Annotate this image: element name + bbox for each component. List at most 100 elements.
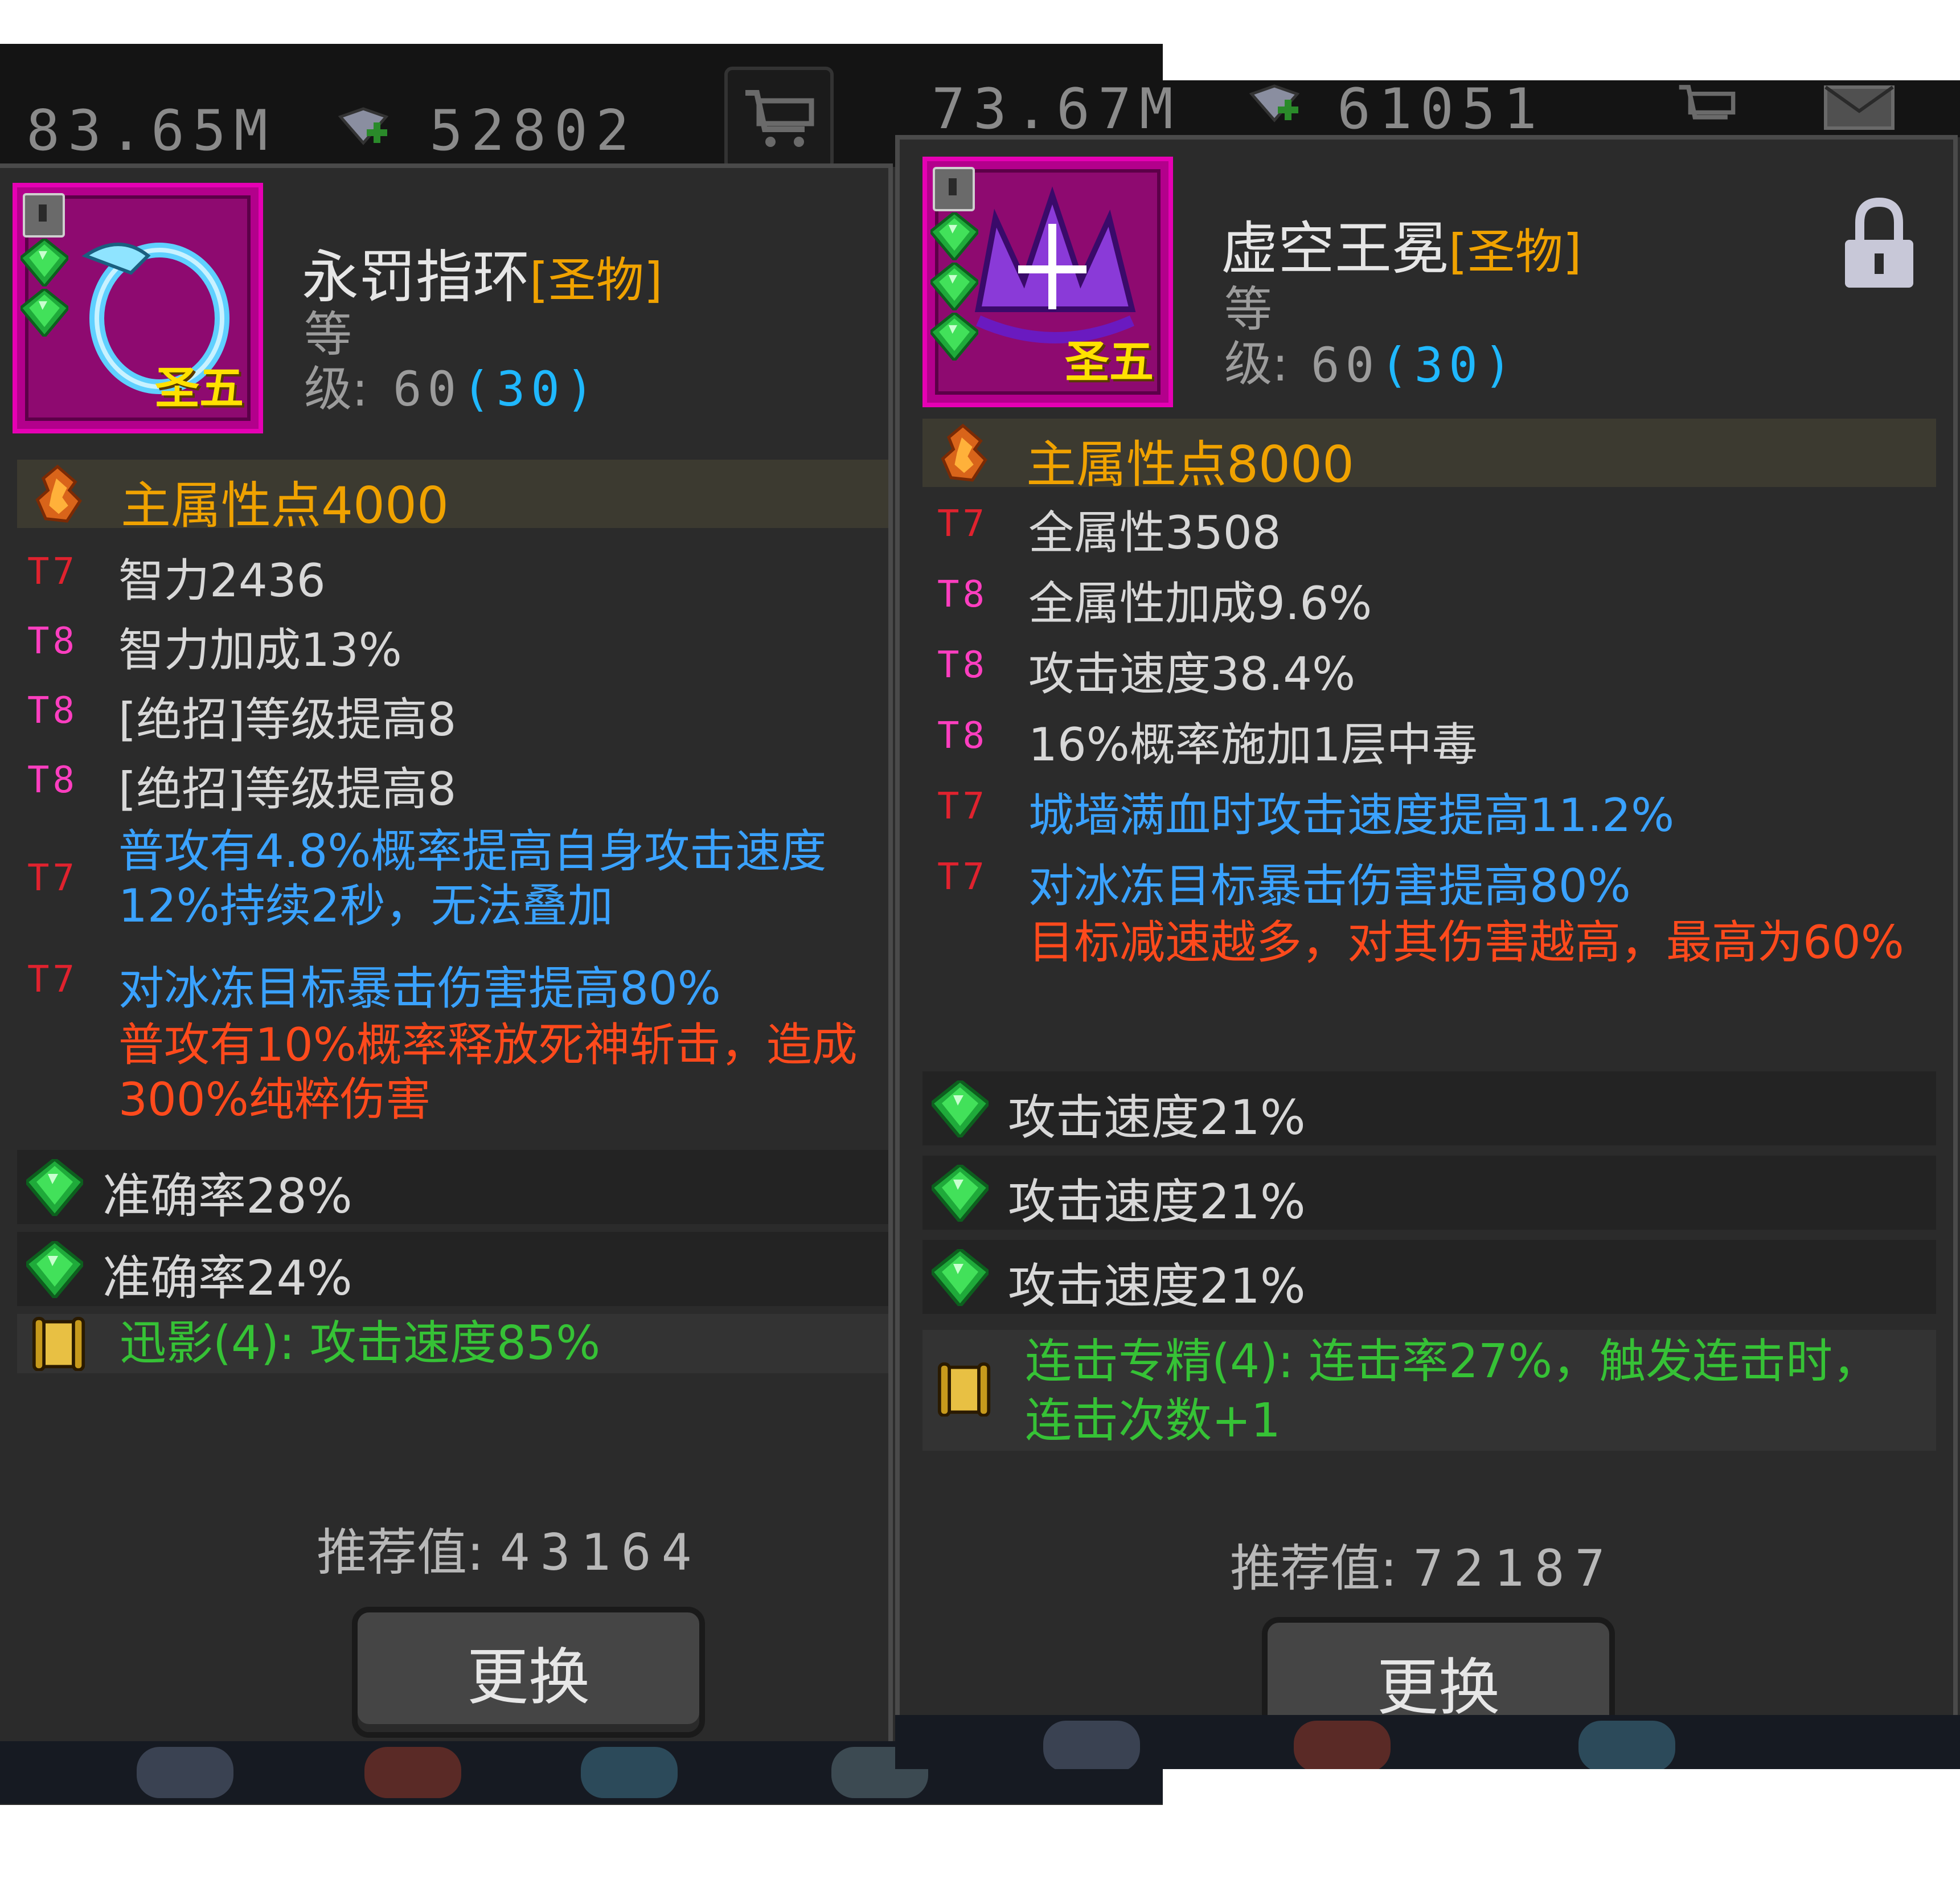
item-icon-frame: 圣五 [13,183,263,433]
tier-badge: T7 [27,551,79,593]
shop-cart-button[interactable] [724,67,834,170]
set-bonus-text: 迅影(4): 攻击速度85% [120,1316,601,1370]
set-bonus-row: 连击专精(4): 连击率27%，触发连击时，连击次数+1 [922,1330,1936,1451]
lock-icon[interactable] [23,193,65,238]
item-name-text: 永罚指环 [302,244,530,310]
recommend-score: 推荐值: 72187 [1230,1528,1615,1600]
attribute-text: 智力加成13% [118,624,402,677]
attribute-text: 全属性加成9.6% [1028,577,1372,630]
gem-amount: 61051 [1337,80,1545,142]
level-line: 等级: [304,307,384,416]
gold-amount: 83.65M [26,99,276,163]
main-attribute: 主属性点4000 [121,476,449,535]
gem-plus-icon[interactable] [335,107,392,150]
shop-cart-icon[interactable] [1670,83,1744,134]
item-detail-panel: 圣五 永罚指环[圣物] 等级: 60(30) 主属性点4000 T7 智力243… [0,163,893,1767]
green-gem-icon [20,289,68,337]
scroll-icon [32,1316,87,1371]
resource-bar: 73.67M 61051 [895,80,1960,142]
special-effect-text: 普攻有10%概率释放死神斩击，造成300%纯粹伤害 [118,1018,858,1126]
item-detail-panel: 圣五 虚空王冕[圣物] 等级: 60(30) 主属性点8000 T7 全属性35… [895,135,1958,1748]
item-quality: [圣物] [1449,224,1582,280]
level-label: 等级: [1224,281,1289,392]
level-values: 60(30) [393,362,600,416]
green-gem-icon [20,239,68,286]
tier-badge: T8 [27,690,79,732]
level-bonus: (30) [1380,337,1518,393]
tier-badge: T8 [937,715,989,757]
green-gem-icon [930,263,978,310]
recommend-label: 推荐值: [317,1523,484,1582]
green-gem-icon [930,313,978,361]
tier-badge: T8 [27,620,79,662]
attribute-text: 智力2436 [118,554,326,607]
gem-plus-icon[interactable] [1246,84,1303,127]
recommend-value: 43164 [499,1523,702,1582]
level-values: 60(30) [1311,338,1518,392]
gem-stat: 攻击速度21% [1008,1174,1306,1230]
recommend-score: 推荐值: 43164 [317,1512,702,1585]
main-attribute-row: 主属性点4000 [17,460,888,535]
attribute-text: [绝招]等级提高8 [118,693,457,746]
recommend-value: 72187 [1413,1539,1615,1598]
gem-amount: 52802 [429,99,638,163]
shop-cart-icon [745,90,814,147]
scroll-icon [937,1362,992,1417]
tier-badge: T7 [937,856,989,898]
level-label: 等级: [304,306,368,417]
attribute-text: 16%概率施加1层中毒 [1028,718,1478,771]
gem-socket-row: 攻击速度21% [922,1156,1936,1230]
lock-icon[interactable] [933,167,975,211]
level-bonus: (30) [462,361,600,417]
rank-label: 圣五 [154,363,244,414]
main-attribute: 主属性点8000 [1026,435,1354,494]
game-scene-strip [895,1715,1960,1769]
gem-socket-row: 准确率28% [17,1150,888,1224]
fire-orb-icon [32,464,83,523]
attribute-text: 普攻有4.8%概率提高自身攻击速度12%持续2秒，无法叠加 [118,825,827,932]
attribute-text: [绝招]等级提高8 [118,763,457,816]
main-attribute-row: 主属性点8000 [922,419,1936,494]
attribute-text: 城墙满血时攻击速度提高11.2% [1028,789,1675,842]
lock-icon[interactable] [1839,197,1919,293]
item-name-text: 虚空王冕 [1221,215,1449,282]
green-gem-icon [932,1249,989,1306]
right-item-screen: 73.67M 61051 圣五 虚空王冕[圣物] 等级: 60(30) 主属性点… [895,80,1960,1769]
tier-badge: T7 [27,959,79,1001]
green-gem-icon [932,1080,989,1137]
item-name: 虚空王冕[圣物] [1221,202,1582,285]
tier-badge: T7 [937,785,989,828]
tier-badge: T7 [27,857,79,899]
gem-stat: 攻击速度21% [1008,1090,1306,1145]
gem-stat: 准确率24% [102,1250,352,1306]
replace-button[interactable]: 更换 [352,1607,705,1738]
tier-badge: T7 [937,503,989,545]
green-gem-icon [932,1165,989,1222]
item-quality: [圣物] [530,252,663,308]
mail-icon[interactable] [1822,84,1896,132]
green-gem-icon [26,1241,83,1298]
green-gem-icon [26,1159,83,1216]
attribute-text: 攻击速度38.4% [1028,648,1356,701]
gem-socket-row: 攻击速度21% [922,1240,1936,1314]
tier-badge: T8 [27,759,79,801]
rank-label: 圣五 [1064,337,1154,388]
gem-socket-row: 攻击速度21% [922,1071,1936,1145]
attribute-text: 全属性3508 [1028,506,1281,559]
set-bonus-row: 迅影(4): 攻击速度85% [17,1314,888,1373]
special-effect-text: 目标减速越多，对其伤害越高，最高为60% [1028,916,1904,969]
gem-socket-row: 准确率24% [17,1232,888,1306]
level-value: 60 [393,361,462,417]
item-icon-frame: 圣五 [922,157,1173,407]
level-line: 等级: [1224,282,1304,391]
item-name: 永罚指环[圣物] [302,231,663,313]
gem-stat: 攻击速度21% [1008,1258,1306,1314]
recommend-label: 推荐值: [1230,1539,1397,1598]
fire-orb-icon [937,423,989,482]
attribute-text: 对冰冻目标暴击伤害提高80% [1028,859,1631,912]
set-bonus-text: 连击专精(4): 连击率27%，触发连击时，连击次数+1 [1025,1335,1880,1448]
tier-badge: T8 [937,574,989,616]
gem-stat: 准确率28% [102,1168,352,1224]
attribute-text: 对冰冻目标暴击伤害提高80% [118,962,721,1015]
green-gem-icon [930,212,978,260]
